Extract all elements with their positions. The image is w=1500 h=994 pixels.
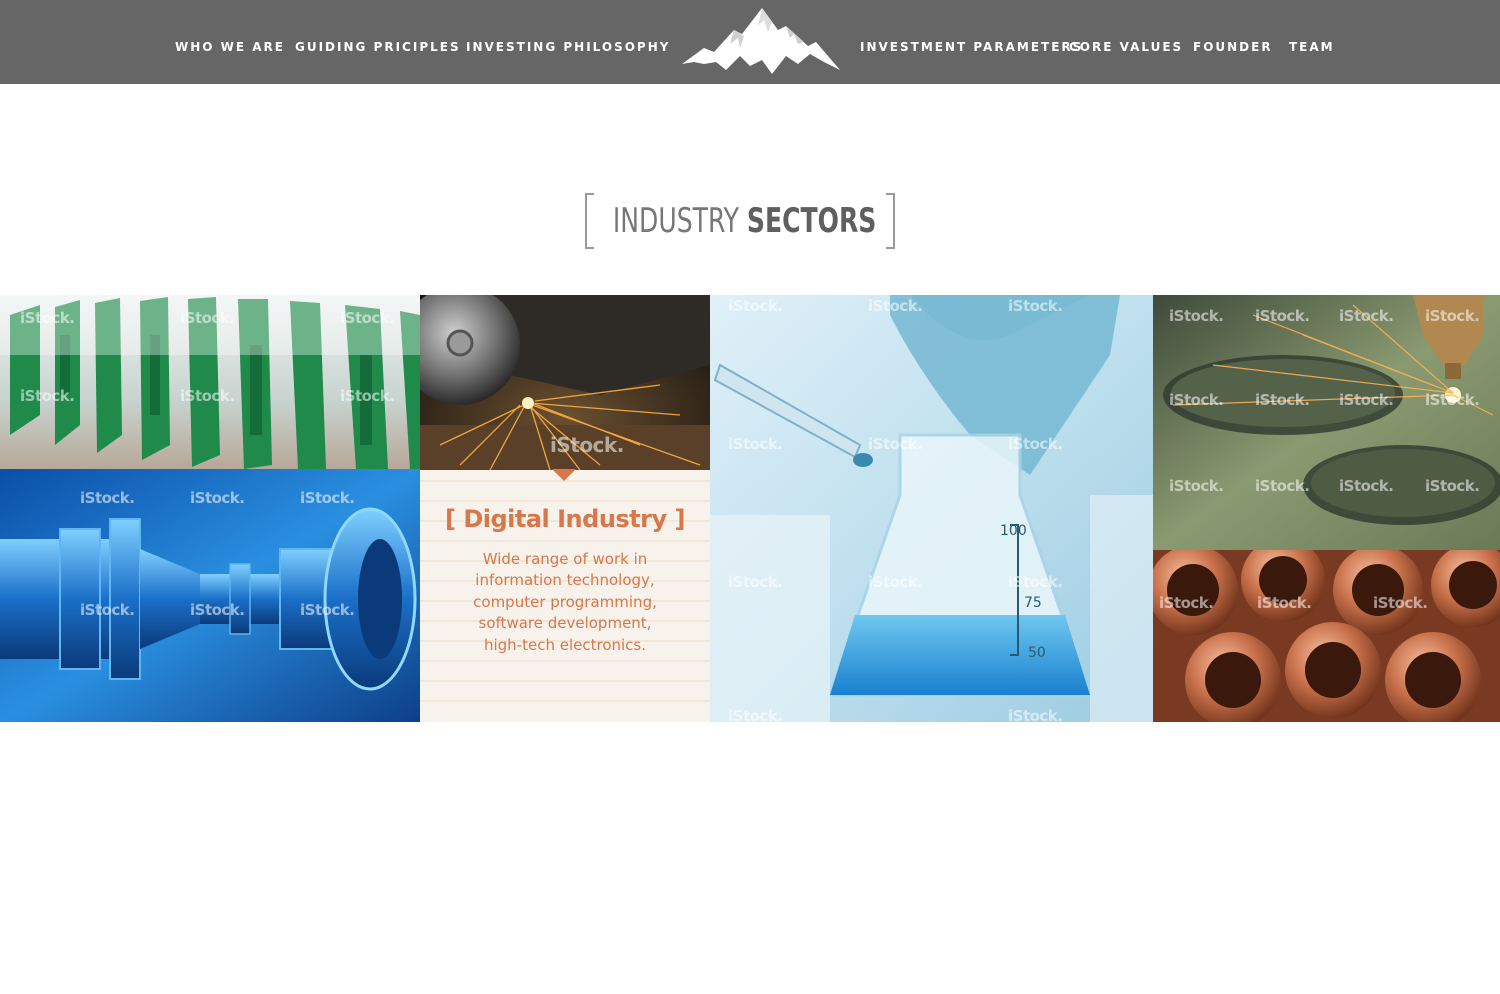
right-bracket [886, 193, 895, 249]
card-pointer [552, 469, 576, 481]
nav-guiding-principles[interactable]: GUIDING PRICIPLES [295, 40, 461, 54]
left-bracket [585, 193, 594, 249]
nav-core-values[interactable]: CORE VALUES [1069, 40, 1183, 54]
tile-grinder-sparks[interactable]: iStock. [420, 295, 710, 470]
svg-text:100: 100 [1000, 523, 1027, 539]
svg-text:50: 50 [1028, 645, 1046, 661]
title-light: INDUSTRY [612, 201, 739, 241]
top-navigation-bar: WHO WE ARE GUIDING PRICIPLES INVESTING P… [0, 0, 1500, 84]
tile-cnc-lathe[interactable]: iStock. iStock. iStock. iStock. iStock. … [0, 469, 420, 722]
nav-investing-philosophy[interactable]: INVESTING PHILOSOPHY [466, 40, 670, 54]
tile-laboratory-flask[interactable]: 100 75 50 iStock. iStock. iStock. iStock. … [710, 295, 1153, 722]
digital-industry-card[interactable] [420, 470, 710, 722]
section-title: INDUSTRY SECTORS [585, 193, 895, 249]
section-title-text: INDUSTRY SECTORS [612, 201, 876, 241]
tile-copper-pipes[interactable]: iStock. iStock. iStock. [1153, 550, 1500, 722]
nav-who-we-are[interactable]: WHO WE ARE [175, 40, 285, 54]
tile-laser-cutting[interactable]: iStock. iStock. iStock. iStock. iStock. … [1153, 295, 1500, 550]
svg-text:75: 75 [1024, 595, 1042, 611]
nav-team[interactable]: TEAM [1289, 40, 1335, 54]
nav-investment-parameters[interactable]: INVESTMENT PARAMETERS [860, 40, 1083, 54]
mountain-logo-icon[interactable] [682, 8, 840, 76]
title-bold: SECTORS [746, 201, 877, 241]
tile-circuit-boards[interactable]: iStock. iStock. iStock. iStock. iStock. … [0, 295, 420, 469]
nav-founder[interactable]: FOUNDER [1193, 40, 1273, 54]
